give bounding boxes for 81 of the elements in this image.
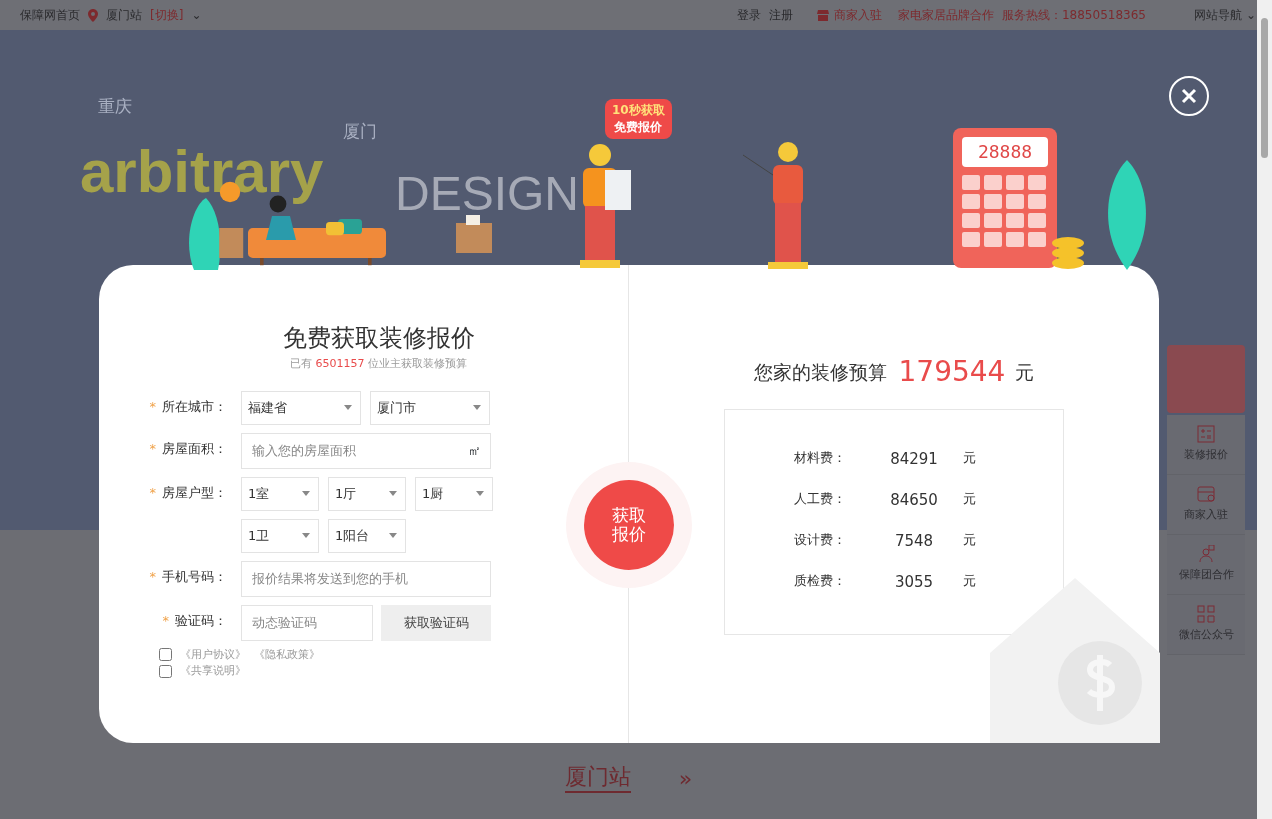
chevron-icon: ⌄: [1245, 6, 1256, 24]
cost-value: 84291: [889, 449, 939, 470]
currency-unit: 元: [961, 449, 977, 467]
hotline-text: 服务热线：18850518365: [1001, 7, 1146, 24]
input-field[interactable]: 报价结果将发送到您的手机: [241, 560, 491, 597]
select-dropdown[interactable]: 1厅: [328, 476, 406, 511]
budget-label: 您家的装修预算: [753, 359, 887, 385]
sidebar-item[interactable]: 商家入驻: [1167, 475, 1245, 535]
scrollbar[interactable]: [1257, 0, 1272, 819]
select-dropdown[interactable]: 1阳台: [328, 518, 406, 553]
agreement-checkbox[interactable]: [159, 648, 172, 662]
speech-bubble: 10秒获取 免费报价: [605, 99, 672, 139]
calculator-icon: [1197, 425, 1215, 444]
shop-icon: [816, 9, 829, 21]
cost-label: 设计费：: [794, 531, 847, 549]
code-input-field[interactable]: 动态验证码: [241, 604, 373, 641]
select-dropdown[interactable]: 福建省: [241, 390, 361, 425]
caret-icon: [302, 491, 310, 496]
close-icon: [1181, 88, 1197, 104]
double-chevron-icon: »: [678, 762, 693, 795]
cabinet-drawing: [454, 215, 494, 255]
form-subtitle: 已有 6501157 位业主获取装修预算: [289, 356, 468, 372]
cost-value: 7548: [893, 531, 935, 552]
cost-label: 人工费：: [794, 490, 847, 508]
cost-value: 3055: [893, 572, 935, 593]
required-mark: *: [149, 568, 156, 584]
city-tag: 重庆: [98, 98, 132, 115]
caret-icon: [389, 491, 397, 496]
caret-icon: [344, 405, 352, 410]
agreement-link[interactable]: 《隐私政策》: [254, 646, 320, 663]
required-mark: *: [149, 440, 156, 456]
required-mark: *: [149, 484, 156, 500]
field-label: 验证码：: [175, 612, 227, 628]
select-dropdown[interactable]: 1卫: [241, 518, 319, 553]
headline-text: DESIGN: [395, 170, 580, 218]
select-dropdown[interactable]: 1厨: [415, 476, 493, 511]
calculator-display: 28888: [962, 137, 1048, 167]
agreement-checkbox[interactable]: [159, 664, 172, 678]
cost-label: 质检费：: [794, 572, 847, 590]
field-label: 房屋户型：: [162, 484, 227, 500]
select-dropdown[interactable]: 厦门市: [370, 390, 490, 425]
currency-unit: 元: [1015, 359, 1035, 385]
city-name: 厦门站: [106, 7, 142, 24]
field-label: 所在城市：: [162, 398, 227, 414]
budget-amount: 179544: [898, 354, 1006, 390]
caret-icon: [389, 533, 397, 538]
get-code-button[interactable]: 获取验证码: [381, 604, 491, 641]
field-label: 房屋面积：: [162, 440, 227, 456]
store-icon: [1197, 485, 1215, 504]
merchant-link[interactable]: 商家入驻: [833, 6, 882, 24]
agreement-link[interactable]: 《共享说明》: [180, 663, 246, 680]
chevron-icon: ⌄: [191, 6, 202, 24]
form-title: 免费获取装修报价: [281, 323, 476, 354]
city-tag: 厦门: [343, 123, 377, 140]
agreement-link[interactable]: 《用户协议》: [180, 646, 246, 663]
currency-unit: 元: [961, 490, 977, 508]
city-switch-link[interactable]: [切换]: [150, 6, 184, 24]
required-mark: *: [162, 612, 169, 628]
register-link[interactable]: 注册: [768, 6, 793, 24]
currency-unit: 元: [961, 572, 977, 590]
people-icon: [1197, 545, 1215, 564]
section-title: 厦门站: [564, 764, 631, 793]
currency-unit: 元: [961, 531, 977, 549]
home-link[interactable]: 保障网首页: [20, 6, 80, 24]
cost-value: 84650: [889, 490, 939, 511]
sidebar-item[interactable]: 装修报价: [1167, 415, 1245, 475]
qr-code-icon: [1197, 605, 1215, 624]
login-link[interactable]: 登录: [736, 6, 761, 24]
brand-cooperation-link[interactable]: 家电家居品牌合作: [897, 6, 994, 24]
headline-text: arbitrary: [80, 142, 324, 202]
site-nav-link[interactable]: 网站导航: [1193, 6, 1242, 24]
select-dropdown[interactable]: 1室: [241, 476, 319, 511]
caret-icon: [302, 533, 310, 538]
cost-label: 材料费：: [794, 449, 847, 467]
close-button[interactable]: [1169, 76, 1209, 116]
caret-icon: [476, 491, 484, 496]
required-mark: *: [149, 398, 156, 414]
unit-text: ㎡: [468, 441, 481, 460]
field-label: 手机号码：: [162, 568, 227, 584]
caret-icon: [473, 405, 481, 410]
location-pin-icon: [88, 8, 98, 22]
